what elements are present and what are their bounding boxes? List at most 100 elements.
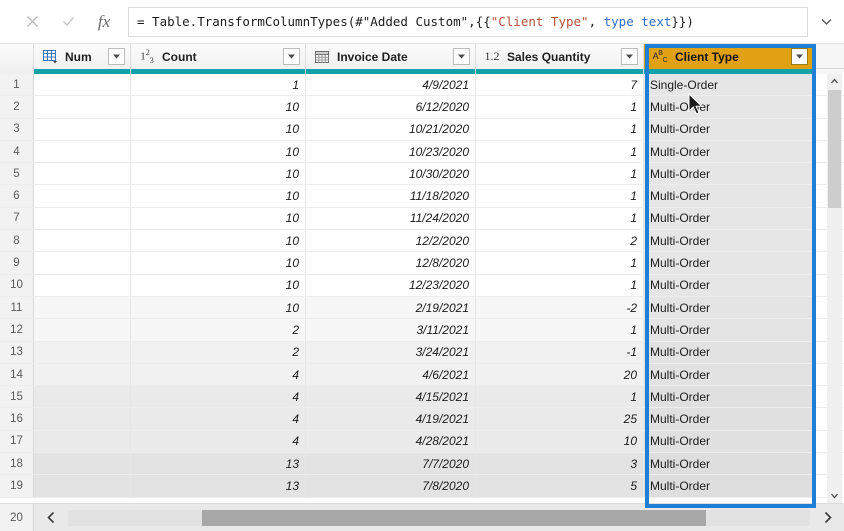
- chevron-down-icon[interactable]: [827, 488, 842, 503]
- column-header-sales-quantity[interactable]: 1.2 Sales Quantity: [476, 44, 644, 69]
- table-cell[interactable]: Multi-Order: [644, 140, 814, 163]
- table-row[interactable]: 10 10 12/23/2020 1 Multi-Order: [0, 274, 844, 297]
- table-row[interactable]: 7 10 11/24/2020 1 Multi-Order: [0, 207, 844, 231]
- table-cell[interactable]: Multi-Order: [644, 185, 814, 207]
- table-cell[interactable]: 4/6/2021: [306, 363, 476, 386]
- table-cell[interactable]: [34, 96, 131, 118]
- table-row[interactable]: 14 4 4/6/2021 20 Multi-Order: [0, 363, 844, 387]
- chevron-up-icon[interactable]: [827, 74, 842, 89]
- table-cell[interactable]: [34, 386, 131, 408]
- table-cell[interactable]: 4: [131, 408, 306, 430]
- horizontal-scrollbar-thumb[interactable]: [201, 509, 707, 526]
- table-row[interactable]: 2 10 6/12/2020 1 Multi-Order: [0, 96, 844, 119]
- table-cell[interactable]: [34, 118, 131, 140]
- table-cell[interactable]: Multi-Order: [644, 296, 814, 319]
- table-cell[interactable]: 13: [131, 475, 306, 497]
- table-row[interactable]: 19 13 7/8/2020 5 Multi-Order: [0, 475, 844, 498]
- table-cell[interactable]: 10: [131, 140, 306, 163]
- table-cell[interactable]: 12/23/2020: [306, 274, 476, 296]
- table-row[interactable]: 11 10 2/19/2021 -2 Multi-Order: [0, 296, 844, 320]
- table-cell[interactable]: 1: [476, 319, 644, 341]
- column-filter-dropdown[interactable]: [791, 48, 808, 65]
- table-cell[interactable]: 13: [131, 453, 306, 475]
- table-cell[interactable]: 2: [476, 230, 644, 252]
- column-header-client-type[interactable]: ABC Client Type: [644, 44, 814, 69]
- column-filter-dropdown[interactable]: [621, 48, 638, 65]
- table-cell[interactable]: 10: [131, 296, 306, 319]
- table-cell[interactable]: Multi-Order: [644, 118, 814, 140]
- table-row[interactable]: 5 10 10/30/2020 1 Multi-Order: [0, 163, 844, 186]
- table-cell[interactable]: 1: [476, 163, 644, 185]
- table-cell[interactable]: 10: [476, 430, 644, 453]
- table-cell[interactable]: Multi-Order: [644, 252, 814, 274]
- table-cell[interactable]: [34, 363, 131, 386]
- table-cell[interactable]: [34, 163, 131, 185]
- vertical-scrollbar-thumb[interactable]: [828, 90, 841, 208]
- table-cell[interactable]: 1: [476, 185, 644, 207]
- table-cell[interactable]: 1: [476, 140, 644, 163]
- table-row[interactable]: 1 1 4/9/2021 7 Single-Order: [0, 74, 844, 97]
- chevron-right-icon[interactable]: [810, 503, 844, 531]
- table-cell[interactable]: 12/8/2020: [306, 252, 476, 274]
- chevron-down-icon[interactable]: [808, 7, 844, 37]
- table-cell[interactable]: 10/21/2020: [306, 118, 476, 140]
- table-row[interactable]: 17 4 4/28/2021 10 Multi-Order: [0, 430, 844, 454]
- table-cell[interactable]: 4: [131, 363, 306, 386]
- table-cell[interactable]: 1: [476, 96, 644, 118]
- formula-input[interactable]: = Table.TransformColumnTypes(#"Added Cus…: [128, 6, 808, 37]
- table-cell[interactable]: [34, 430, 131, 453]
- table-cell[interactable]: 10: [131, 230, 306, 252]
- table-row[interactable]: 12 2 3/11/2021 1 Multi-Order: [0, 319, 844, 342]
- table-cell[interactable]: 4: [131, 430, 306, 453]
- table-cell[interactable]: [34, 140, 131, 163]
- table-cell[interactable]: 4/15/2021: [306, 386, 476, 408]
- table-cell[interactable]: 3/24/2021: [306, 341, 476, 363]
- table-row[interactable]: 18 13 7/7/2020 3 Multi-Order: [0, 453, 844, 476]
- table-cell[interactable]: Multi-Order: [644, 163, 814, 185]
- table-cell[interactable]: 10/30/2020: [306, 163, 476, 185]
- table-cell[interactable]: 4: [131, 386, 306, 408]
- table-cell[interactable]: 10: [131, 118, 306, 140]
- table-cell[interactable]: 6/12/2020: [306, 96, 476, 118]
- table-row[interactable]: 9 10 12/8/2020 1 Multi-Order: [0, 252, 844, 275]
- table-cell[interactable]: Multi-Order: [644, 363, 814, 386]
- table-cell[interactable]: 20: [476, 363, 644, 386]
- table-cell[interactable]: 7: [476, 74, 644, 96]
- table-cell[interactable]: 3: [476, 453, 644, 475]
- table-cell[interactable]: 5: [476, 475, 644, 497]
- table-row[interactable]: 13 2 3/24/2021 -1 Multi-Order: [0, 341, 844, 364]
- table-cell[interactable]: 1: [476, 386, 644, 408]
- column-filter-dropdown[interactable]: [453, 48, 470, 65]
- table-row[interactable]: 3 10 10/21/2020 1 Multi-Order: [0, 118, 844, 141]
- table-cell[interactable]: 10: [131, 252, 306, 274]
- table-cell[interactable]: Multi-Order: [644, 274, 814, 296]
- table-cell[interactable]: 10: [131, 274, 306, 296]
- table-cell[interactable]: Multi-Order: [644, 230, 814, 252]
- table-cell[interactable]: Multi-Order: [644, 475, 814, 497]
- table-cell[interactable]: 3/11/2021: [306, 319, 476, 341]
- column-filter-dropdown[interactable]: [108, 48, 125, 65]
- table-cell[interactable]: Multi-Order: [644, 341, 814, 363]
- table-cell[interactable]: Single-Order: [644, 74, 814, 96]
- table-cell[interactable]: 11/24/2020: [306, 207, 476, 230]
- table-cell[interactable]: [34, 207, 131, 230]
- table-cell[interactable]: [34, 185, 131, 207]
- table-cell[interactable]: 4/28/2021: [306, 430, 476, 453]
- table-cell[interactable]: Multi-Order: [644, 386, 814, 408]
- table-cell[interactable]: [34, 230, 131, 252]
- table-cell[interactable]: Multi-Order: [644, 207, 814, 230]
- table-cell[interactable]: [34, 408, 131, 430]
- table-cell[interactable]: [34, 252, 131, 274]
- chevron-left-icon[interactable]: [34, 503, 68, 531]
- table-cell[interactable]: 1: [476, 252, 644, 274]
- table-cell[interactable]: 4/9/2021: [306, 74, 476, 96]
- table-cell[interactable]: 1: [476, 274, 644, 296]
- table-cell[interactable]: [34, 319, 131, 341]
- table-cell[interactable]: Multi-Order: [644, 453, 814, 475]
- table-cell[interactable]: Multi-Order: [644, 319, 814, 341]
- table-row[interactable]: 16 4 4/19/2021 25 Multi-Order: [0, 408, 844, 431]
- table-cell[interactable]: [34, 274, 131, 296]
- table-cell[interactable]: 7/8/2020: [306, 475, 476, 497]
- table-cell[interactable]: 10: [131, 163, 306, 185]
- table-cell[interactable]: 1: [476, 207, 644, 230]
